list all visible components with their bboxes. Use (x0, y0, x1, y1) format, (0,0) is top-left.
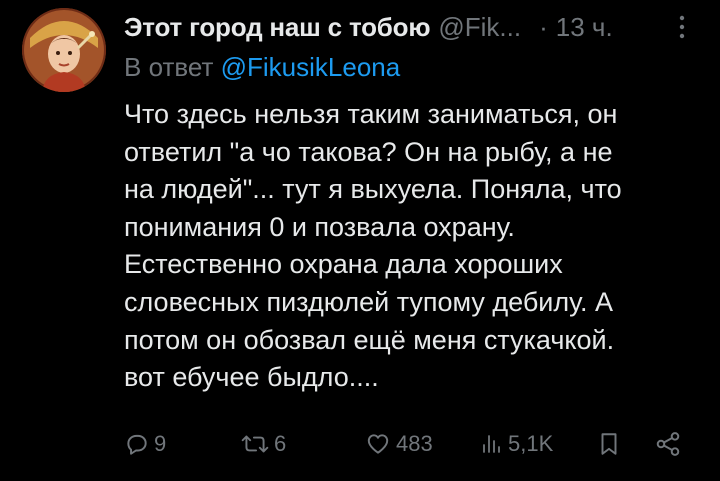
retweet-button[interactable]: 6 (240, 426, 286, 462)
action-bar: 9 6 483 5,1K (124, 426, 690, 462)
views-button[interactable]: 5,1K (480, 426, 553, 462)
tweet-text-line: вот ебучее быдло.... (124, 362, 379, 393)
like-button[interactable]: 483 (364, 426, 433, 462)
views-count: 5,1K (508, 431, 554, 456)
share-button[interactable] (654, 426, 682, 462)
reply-bubble-icon (124, 431, 150, 457)
retweet-icon (240, 431, 270, 457)
tweet-text-line: потом он обозвал ещё меня стукачкой. (124, 324, 615, 355)
reply-context: В ответ @FikusikLeona (124, 52, 400, 83)
timestamp[interactable]: 13 ч. (556, 12, 613, 43)
separator-dot: · (539, 11, 548, 42)
like-count: 483 (396, 431, 433, 456)
views-bar-icon (480, 431, 504, 457)
bookmark-button[interactable] (596, 426, 622, 462)
bookmark-icon (596, 430, 622, 458)
tweet-text-line: Что здесь нельзя таким заниматься, он (124, 99, 618, 129)
tweet-text-line: словесных пиздюлей тупому дебилу. А (124, 286, 613, 317)
tweet-text: Что здесь нельзя таким заниматься, он от… (124, 96, 694, 397)
share-icon (654, 430, 682, 458)
tweet[interactable]: Этот город наш с тобою @Fik... · 13 ч. В… (0, 0, 720, 481)
tweet-text-line: понимания 0 и позвала охрану. (124, 211, 515, 242)
reply-mention-link[interactable]: @FikusikLeona (221, 52, 401, 82)
tweet-text-line: на людей"... тут я выхуела. Поняла, что (124, 174, 622, 205)
heart-icon (364, 431, 392, 457)
tweet-text-line: ответил "а чо такова? Он на рыбу, а не (124, 136, 613, 167)
user-handle[interactable]: @Fik... (438, 12, 521, 43)
tweet-header: Этот город наш с тобою @Fik... · 13 ч. (124, 10, 704, 44)
retweet-count: 6 (274, 431, 287, 456)
tweet-text-line: Естественно охрана дала хороших (124, 249, 563, 280)
display-name[interactable]: Этот город наш с тобою (124, 12, 431, 43)
reply-button[interactable]: 9 (124, 426, 166, 462)
reply-prefix: В ответ (124, 52, 214, 82)
reply-count: 9 (154, 431, 167, 456)
avatar[interactable] (22, 8, 106, 92)
more-dots-icon[interactable] (672, 10, 692, 44)
